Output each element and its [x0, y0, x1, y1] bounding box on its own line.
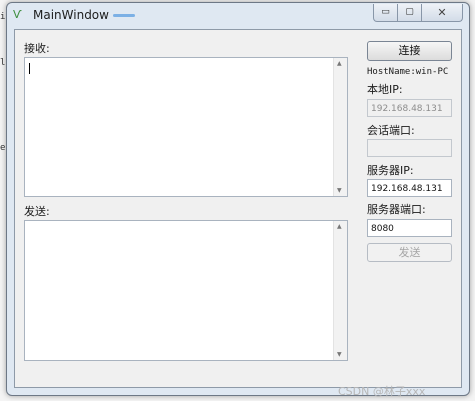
connect-button[interactable]: 连接 — [367, 41, 452, 61]
close-icon: ✕ — [437, 6, 447, 19]
send-scrollbar[interactable]: ▲ ▼ — [333, 221, 347, 360]
maximize-icon: ▢ — [405, 7, 414, 17]
session-port-field — [367, 139, 452, 157]
text-cursor — [29, 63, 30, 74]
background-text-fragment: i — [0, 12, 6, 22]
session-port-label: 会话端口: — [367, 124, 415, 137]
minimize-icon: ▭ — [381, 7, 390, 17]
qt-app-icon: Ѵ — [13, 8, 22, 21]
background-text-fragment: l — [0, 58, 6, 68]
title-bar[interactable]: Ѵ MainWindow ▭ ▢ ✕ — [7, 3, 469, 27]
server-port-field[interactable]: 8080 — [367, 219, 452, 237]
receive-scrollbar[interactable]: ▲ ▼ — [333, 58, 347, 196]
server-port-label: 服务器端口: — [367, 203, 426, 216]
central-widget: 接收: ▲ ▼ 发送: ▲ ▼ 连接 HostName:win-PC 本地IP:… — [14, 29, 462, 388]
maximize-button[interactable]: ▢ — [397, 4, 422, 22]
scroll-up-icon[interactable]: ▲ — [337, 60, 342, 67]
server-ip-label: 服务器IP: — [367, 164, 414, 177]
receive-label: 接收: — [24, 42, 50, 55]
minimize-button[interactable]: ▭ — [373, 4, 398, 22]
hostname-label: HostName:win-PC — [367, 67, 449, 77]
title-glow-decoration — [113, 14, 135, 17]
csdn-watermark: CSDN @林子xxx — [338, 385, 426, 398]
scroll-down-icon[interactable]: ▼ — [337, 351, 342, 358]
server-ip-field[interactable]: 192.168.48.131 — [367, 179, 452, 197]
scroll-down-icon[interactable]: ▼ — [337, 187, 342, 194]
background-text-fragment: e — [0, 143, 6, 153]
scroll-up-icon[interactable]: ▲ — [337, 223, 342, 230]
send-label: 发送: — [24, 205, 50, 218]
receive-textarea[interactable]: ▲ ▼ — [24, 57, 348, 197]
send-textarea[interactable]: ▲ ▼ — [24, 220, 348, 361]
close-button[interactable]: ✕ — [421, 4, 463, 22]
window-title: MainWindow — [33, 8, 109, 22]
main-window: Ѵ MainWindow ▭ ▢ ✕ 接收: ▲ ▼ 发送: ▲ ▼ 连接 Ho… — [6, 2, 470, 396]
local-ip-field: 192.168.48.131 — [367, 99, 452, 117]
local-ip-label: 本地IP: — [367, 83, 403, 96]
send-button[interactable]: 发送 — [367, 243, 452, 262]
